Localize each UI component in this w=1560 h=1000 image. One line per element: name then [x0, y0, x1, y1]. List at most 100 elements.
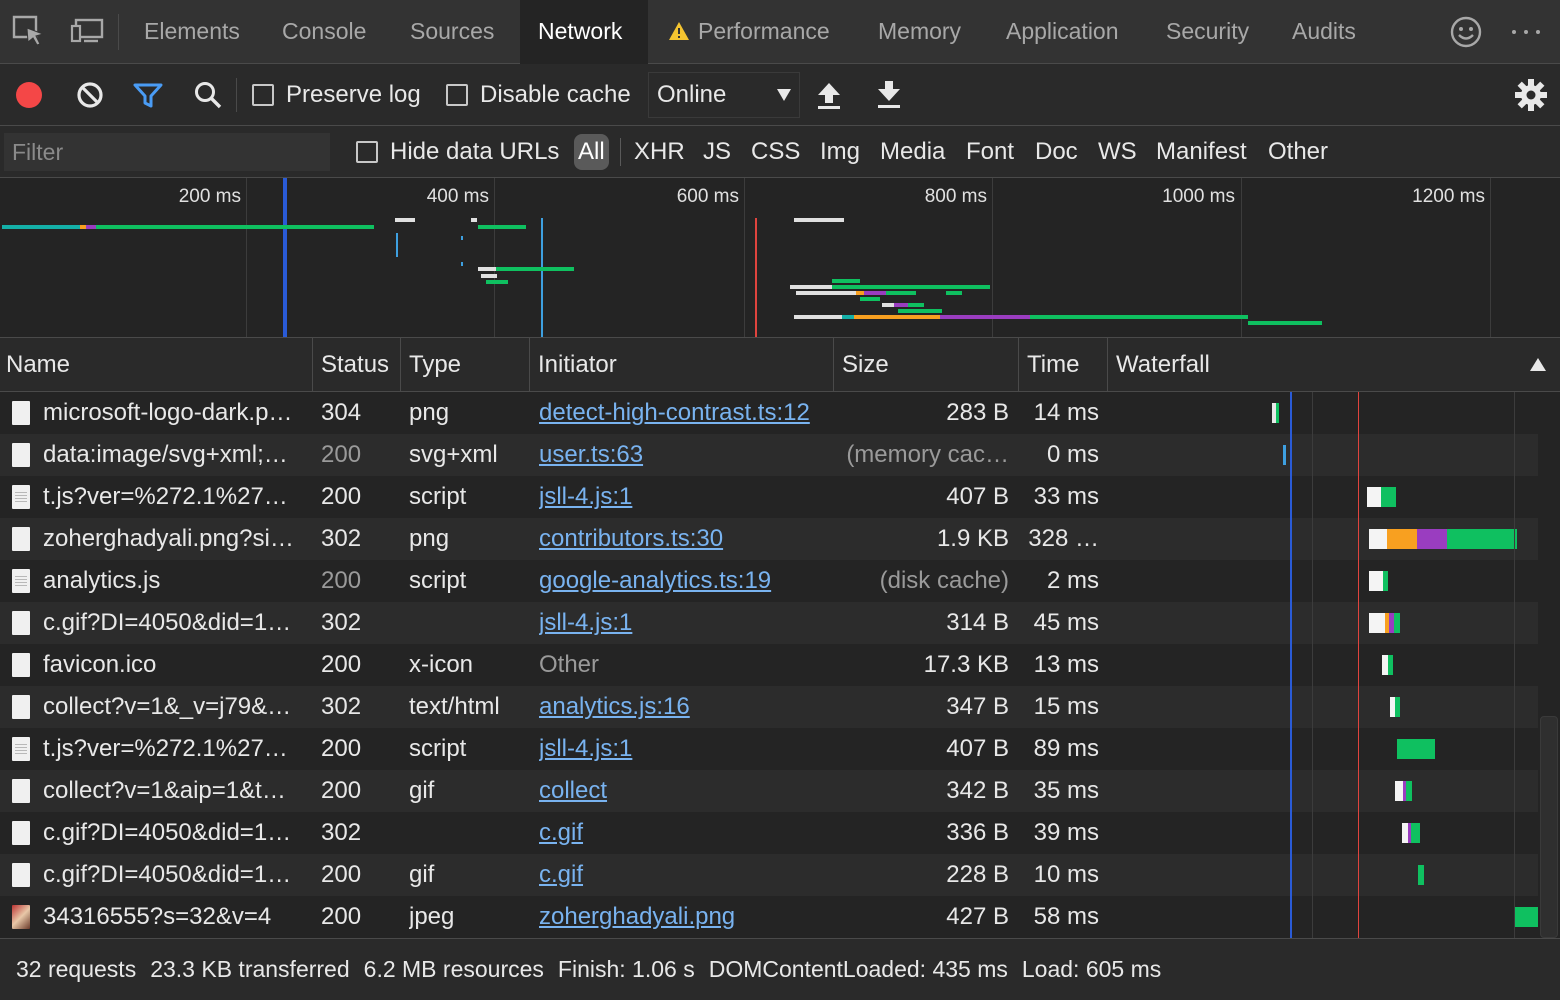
import-har-button[interactable] [814, 64, 844, 126]
request-name: 34316555?s=32&v=4 [43, 903, 272, 930]
waterfall-gridline [1312, 392, 1313, 938]
throttling-select[interactable]: Online [648, 72, 800, 118]
filter-type-manifest[interactable]: Manifest [1156, 134, 1247, 170]
timeline-overview[interactable]: 200 ms 400 ms 600 ms 800 ms 1000 ms 1200… [0, 178, 1560, 338]
disable-cache-checkbox[interactable]: Disable cache [446, 64, 631, 126]
filter-type-js[interactable]: JS [703, 134, 731, 170]
tab-audits[interactable]: Audits [1274, 0, 1374, 64]
tab-console[interactable]: Console [264, 0, 384, 64]
filter-type-other[interactable]: Other [1268, 134, 1328, 170]
filter-type-xhr[interactable]: XHR [634, 134, 685, 170]
record-icon [16, 82, 42, 108]
feedback-smiley-icon[interactable] [1448, 14, 1484, 50]
request-size: (disk cache) [879, 567, 1009, 594]
request-status: 302 [321, 609, 362, 636]
overview-gridline [494, 178, 495, 337]
request-size: 407 B [946, 735, 1009, 762]
tab-performance[interactable]: Performance [650, 0, 848, 64]
request-initiator-link[interactable]: analytics.js:16 [539, 686, 831, 728]
export-har-button[interactable] [874, 64, 904, 126]
search-button[interactable] [192, 64, 224, 126]
gear-icon [1515, 79, 1547, 111]
overview-gridline [744, 178, 745, 337]
download-icon [878, 81, 900, 108]
overview-tick-label: 800 ms [924, 186, 987, 207]
overview-request-bar [854, 315, 940, 319]
tab-sources[interactable]: Sources [392, 0, 512, 64]
tab-elements[interactable]: Elements [126, 0, 258, 64]
upload-icon [818, 83, 840, 109]
overview-request-bar [461, 262, 463, 266]
filter-type-img[interactable]: Img [820, 134, 860, 170]
request-initiator-link[interactable]: c.gif [539, 854, 831, 896]
request-size: 228 B [946, 861, 1009, 888]
device-toolbar-icon[interactable] [70, 14, 106, 50]
preserve-log-checkbox[interactable]: Preserve log [252, 64, 421, 126]
filter-type-doc[interactable]: Doc [1035, 134, 1078, 170]
column-header-waterfall-label: Waterfall [1116, 351, 1210, 378]
request-time: 39 ms [1033, 819, 1099, 846]
filter-type-all[interactable]: All [574, 134, 609, 170]
chevron-down-icon [777, 89, 791, 101]
overview-request-bar [832, 279, 860, 283]
more-options-icon[interactable] [1508, 14, 1544, 50]
request-initiator-link[interactable]: contributors.ts:30 [539, 518, 831, 560]
hide-data-urls-box[interactable] [356, 141, 378, 163]
request-name: zoherghadyali.png?si… [43, 525, 294, 552]
overview-request-bar [471, 218, 477, 222]
request-initiator-link[interactable]: jsll-4.js:1 [539, 476, 831, 518]
request-initiator-link[interactable]: zoherghadyali.png [539, 896, 831, 938]
waterfall-bar [1381, 487, 1396, 507]
tab-security[interactable]: Security [1148, 0, 1267, 64]
clear-button[interactable] [74, 64, 106, 126]
overview-request-bar [794, 315, 842, 319]
request-status: 200 [321, 777, 362, 804]
column-header-time[interactable]: Time [1021, 338, 1108, 392]
request-initiator-link[interactable]: detect-high-contrast.ts:12 [539, 392, 831, 434]
inspect-element-icon[interactable] [12, 14, 48, 50]
column-header-status[interactable]: Status [315, 338, 401, 392]
network-settings-button[interactable] [1514, 64, 1548, 126]
vertical-scrollbar-thumb[interactable] [1540, 716, 1558, 938]
column-header-type[interactable]: Type [403, 338, 530, 392]
overview-request-bar [396, 233, 398, 257]
filter-type-font[interactable]: Font [966, 134, 1014, 170]
column-header-name[interactable]: Name [0, 338, 313, 392]
request-initiator-link[interactable]: c.gif [539, 812, 831, 854]
column-header-waterfall[interactable]: Waterfall [1110, 338, 1560, 392]
overview-request-bar [894, 303, 908, 307]
overview-gridline [1241, 178, 1242, 337]
request-time: 45 ms [1033, 609, 1099, 636]
tab-network[interactable]: Network [520, 0, 648, 64]
filter-type-ws[interactable]: WS [1098, 134, 1137, 170]
hide-data-urls-checkbox[interactable]: Hide data URLs [356, 126, 559, 178]
request-name: c.gif?DI=4050&did=1… [43, 609, 292, 636]
waterfall-dom-content-loaded-line [1290, 392, 1292, 938]
request-type: gif [409, 861, 435, 888]
waterfall-bar [1418, 865, 1424, 885]
filter-type-css[interactable]: CSS [751, 134, 800, 170]
waterfall-bar [1369, 613, 1385, 633]
preserve-log-box[interactable] [252, 84, 274, 106]
request-table-header: Name Status Type Initiator Size Time Wat… [0, 338, 1560, 392]
request-initiator-link[interactable]: jsll-4.js:1 [539, 728, 831, 770]
request-type: text/html [409, 693, 500, 720]
request-initiator-link[interactable]: user.ts:63 [539, 434, 831, 476]
overview-request-bar [794, 218, 844, 222]
request-initiator-link[interactable]: google-analytics.ts:19 [539, 560, 831, 602]
column-header-size[interactable]: Size [836, 338, 1019, 392]
tab-memory[interactable]: Memory [860, 0, 979, 64]
request-status: 200 [321, 861, 362, 888]
disable-cache-box[interactable] [446, 84, 468, 106]
request-type: png [409, 399, 450, 426]
filter-input[interactable] [4, 133, 330, 171]
request-initiator-link[interactable]: collect [539, 770, 831, 812]
request-name: data:image/svg+xml;… [43, 441, 288, 468]
record-button[interactable] [14, 64, 44, 126]
column-header-initiator[interactable]: Initiator [532, 338, 834, 392]
script-file-icon [12, 737, 30, 761]
tab-application[interactable]: Application [988, 0, 1137, 64]
request-initiator-link[interactable]: jsll-4.js:1 [539, 602, 831, 644]
filter-type-media[interactable]: Media [880, 134, 945, 170]
filter-toggle-button[interactable] [132, 64, 164, 126]
